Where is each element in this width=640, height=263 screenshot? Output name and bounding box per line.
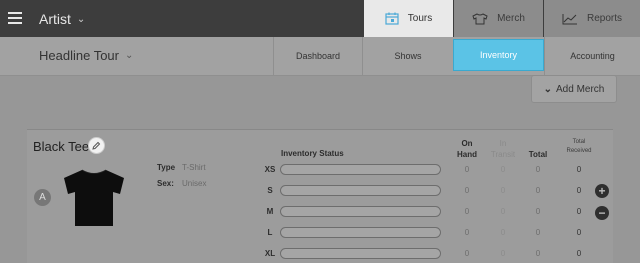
chart-icon [562, 13, 577, 24]
product-title: Black Tee [33, 139, 90, 154]
inventory-status-bar [280, 164, 441, 175]
in-transit-value: 0 [500, 165, 506, 174]
sex-label: Sex: [157, 179, 174, 188]
inventory-status-bar [280, 248, 441, 259]
size-label: L [267, 228, 273, 237]
total-value: 0 [535, 228, 541, 237]
inventory-status-header: Inventory Status [281, 149, 344, 158]
tab-accounting-label: Accounting [570, 51, 615, 61]
on-hand-value: 0 [464, 249, 470, 258]
size-label: M [266, 207, 274, 216]
total-value: 0 [535, 207, 541, 216]
on-hand-value: 0 [464, 228, 470, 237]
tab-dashboard-label: Dashboard [295, 51, 341, 61]
plus-icon[interactable]: + [595, 184, 609, 198]
in-transit-value: 0 [500, 207, 506, 216]
received-value: 0 [576, 186, 582, 195]
total-received-header: Total Received [566, 139, 592, 154]
tour-name: Headline Tour [39, 48, 119, 63]
edit-button[interactable] [88, 137, 105, 154]
tour-nav-bar: Headline Tour ⌄ Dashboard Shows Inventory… [0, 37, 640, 76]
inventory-status-bar [280, 206, 441, 217]
size-label: XS [264, 165, 276, 174]
tab-tours[interactable]: Tours [364, 0, 453, 37]
top-nav-bar: Artist ⌄ Tours Merch Reports [0, 0, 640, 37]
on-hand-header: On Hand [457, 139, 477, 159]
merch-item-card: Black Tee A Type T-Shirt Sex: Unisex Inv… [27, 129, 613, 263]
tab-shows-label: Shows [394, 51, 422, 61]
received-value: 0 [576, 207, 582, 216]
received-value: 0 [576, 249, 582, 258]
tab-shows[interactable]: Shows [362, 37, 453, 75]
total-value: 0 [535, 249, 541, 258]
artist-selector[interactable]: Artist ⌄ [39, 11, 85, 27]
hamburger-menu-icon[interactable] [8, 12, 22, 24]
tab-merch-label: Merch [497, 13, 525, 24]
in-transit-value: 0 [500, 186, 506, 195]
tab-inventory[interactable]: Inventory [453, 39, 544, 71]
size-label: XL [264, 249, 276, 258]
chevron-down-icon: ⌄ [76, 14, 86, 25]
tour-selector[interactable]: Headline Tour ⌄ [39, 48, 133, 63]
inventory-status-bar [280, 227, 441, 238]
tab-reports-label: Reports [586, 13, 622, 24]
in-transit-value: 0 [500, 228, 506, 237]
add-merch-label: Add Merch [556, 83, 605, 95]
add-merch-button[interactable]: ⌄ Add Merch [531, 75, 617, 103]
total-value: 0 [535, 165, 541, 174]
chevron-down-icon: ⌄ [543, 83, 553, 95]
received-value: 0 [576, 228, 582, 237]
tab-dashboard[interactable]: Dashboard [273, 37, 362, 75]
on-hand-value: 0 [464, 207, 470, 216]
pencil-icon [92, 141, 101, 150]
on-hand-value: 0 [464, 186, 470, 195]
total-header: Total [528, 150, 548, 159]
in-transit-header: In Transit [490, 139, 516, 159]
on-hand-value: 0 [464, 165, 470, 174]
in-transit-value: 0 [500, 249, 506, 258]
type-label: Type [157, 163, 176, 172]
total-value: 0 [535, 186, 541, 195]
size-label: S [267, 186, 273, 195]
avatar: A [34, 189, 51, 206]
inventory-status-bar [280, 185, 441, 196]
tab-reports[interactable]: Reports [544, 0, 640, 37]
received-value: 0 [576, 165, 582, 174]
tab-accounting[interactable]: Accounting [544, 37, 640, 75]
product-image [64, 169, 124, 226]
type-value: T-Shirt [182, 163, 206, 172]
calendar-icon [385, 12, 399, 25]
tab-inventory-label: Inventory [479, 50, 518, 60]
tab-tours-label: Tours [407, 13, 433, 24]
tshirt-icon [472, 12, 488, 24]
minus-icon[interactable]: − [595, 206, 609, 220]
chevron-down-icon: ⌄ [124, 50, 134, 61]
sex-value: Unisex [182, 179, 207, 188]
artist-label: Artist [39, 11, 71, 27]
tab-merch[interactable]: Merch [454, 0, 543, 37]
